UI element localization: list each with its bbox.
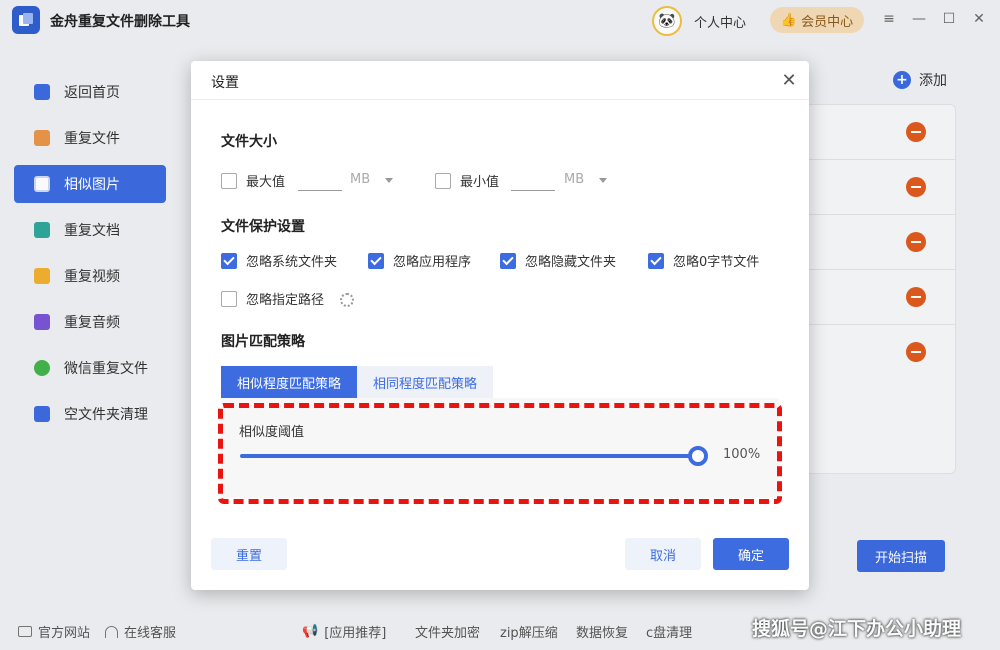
max-size-input[interactable] [298,169,342,191]
ignore-path-checkbox[interactable]: 忽略指定路径 [221,289,324,308]
tab-identical-strategy[interactable]: 相同程度匹配策略 [357,366,494,398]
checkbox-label: 忽略隐藏文件夹 [525,255,617,270]
threshold-slider[interactable] [240,446,708,466]
slider-handle[interactable] [688,446,708,466]
threshold-value: 100% [723,447,761,462]
max-size-unit[interactable]: MB [350,172,370,187]
min-size-label: 最小值 [460,175,500,190]
threshold-label: 相似度阈值 [239,425,305,440]
protection-heading: 文件保护设置 [221,219,305,235]
slider-fill [240,454,698,458]
max-size-checkbox[interactable]: 最大值 [221,171,285,190]
checkbox-box [221,252,237,269]
checkbox-label: 忽略0字节文件 [673,255,760,270]
gear-icon[interactable] [340,293,354,307]
cancel-button[interactable]: 取消 [625,538,701,570]
ok-button[interactable]: 确定 [713,538,789,570]
reset-button[interactable]: 重置 [211,538,287,570]
checkbox-box [435,172,451,189]
checkbox-box [368,252,384,269]
checkbox-box [500,252,516,269]
matching-tabs: 相似程度匹配策略 相同程度匹配策略 [221,366,494,398]
checkbox-label: 忽略系统文件夹 [246,255,338,270]
ignore-applications-checkbox[interactable]: 忽略应用程序 [368,251,471,270]
matching-heading: 图片匹配策略 [221,334,305,350]
checkbox-box [221,290,237,307]
min-size-checkbox[interactable]: 最小值 [435,171,499,190]
ignore-hidden-folders-checkbox[interactable]: 忽略隐藏文件夹 [500,251,616,270]
close-icon[interactable]: ✕ [779,71,799,91]
checkbox-box [648,252,664,269]
ignore-system-folders-checkbox[interactable]: 忽略系统文件夹 [221,251,337,270]
chevron-down-icon[interactable] [599,178,607,183]
dialog-divider [191,99,809,100]
chevron-down-icon[interactable] [385,178,393,183]
tab-similarity-strategy[interactable]: 相似程度匹配策略 [221,366,358,398]
min-size-unit[interactable]: MB [564,172,584,187]
checkbox-box [221,172,237,189]
settings-dialog: 设置 ✕ 文件大小 最大值 MB 最小值 MB 文件保护设置 忽略系统文件夹 忽… [191,61,809,590]
checkbox-label: 忽略指定路径 [246,293,325,308]
min-size-input[interactable] [511,169,555,191]
ignore-zero-byte-checkbox[interactable]: 忽略0字节文件 [648,251,759,270]
dialog-title: 设置 [211,75,239,91]
max-size-label: 最大值 [246,175,286,190]
checkbox-label: 忽略应用程序 [393,255,472,270]
file-size-heading: 文件大小 [221,134,277,150]
